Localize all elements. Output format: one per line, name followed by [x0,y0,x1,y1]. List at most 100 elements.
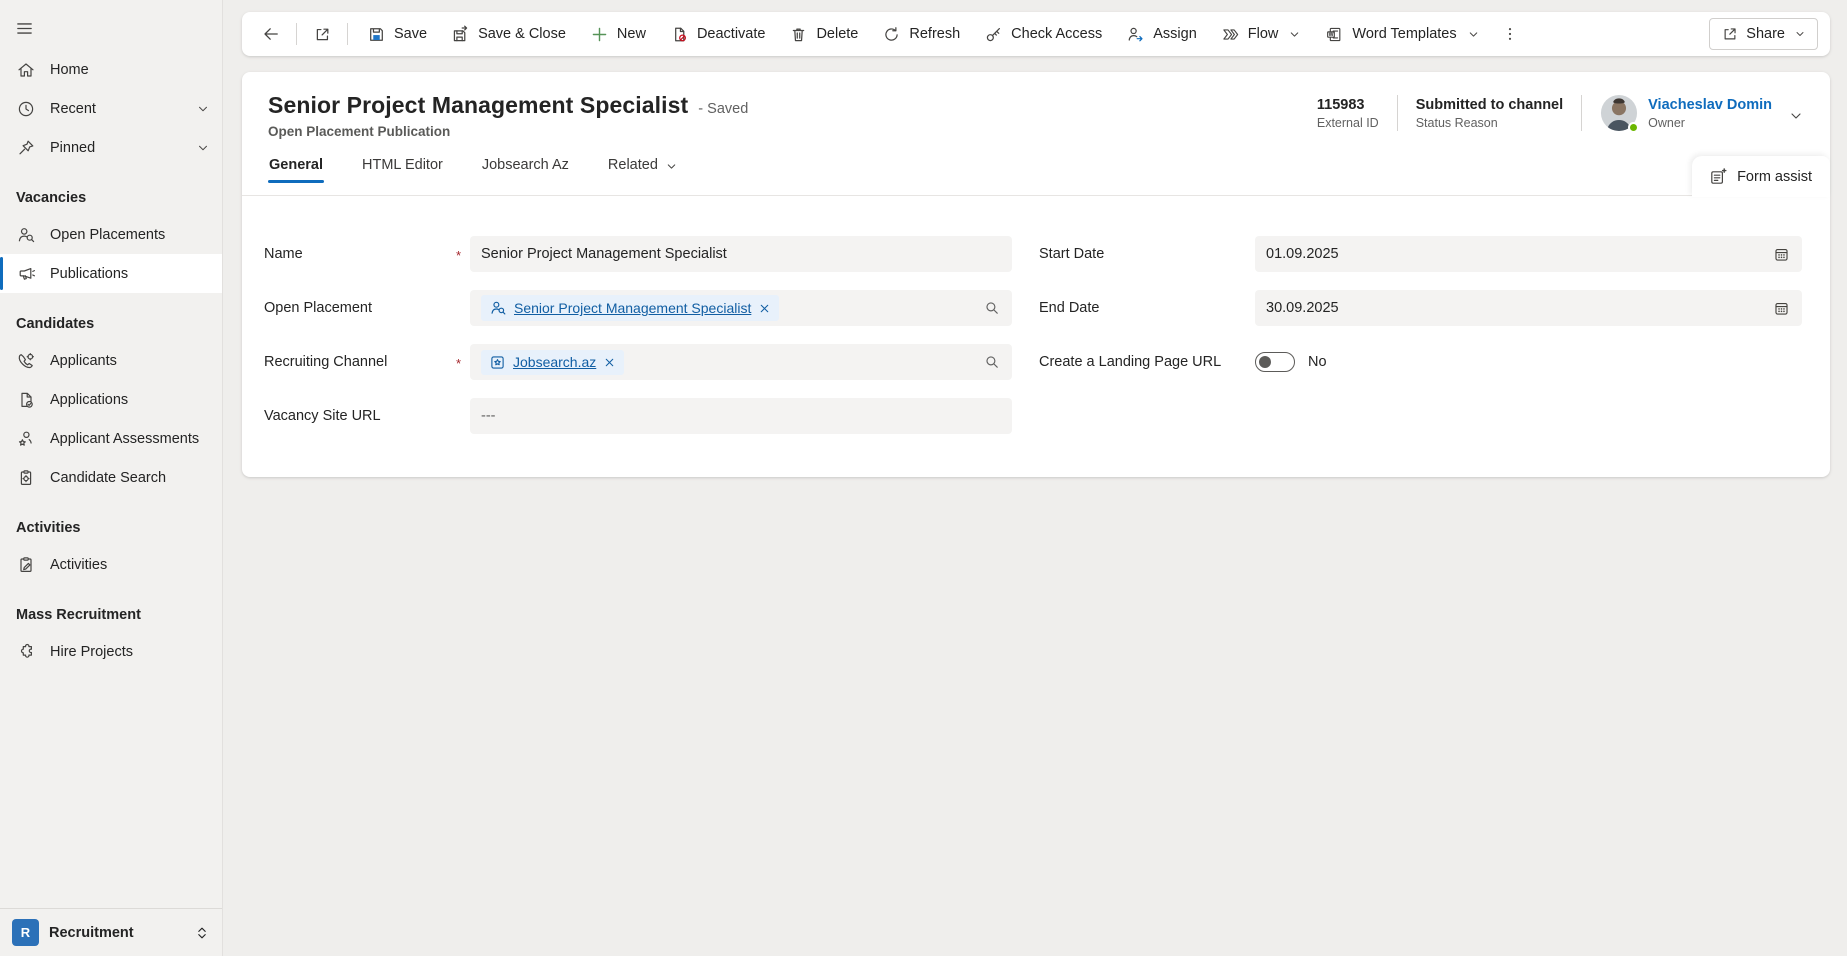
deactivate-button[interactable]: Deactivate [659,17,777,51]
toolbar-divider [296,23,297,45]
chevron-down-icon [665,160,678,173]
word-templates-button[interactable]: W Word Templates [1314,17,1490,51]
clipboard-gear-icon [16,468,36,488]
open-placement-link[interactable]: Senior Project Management Specialist [514,300,751,316]
save-and-close-button[interactable]: Save & Close [440,17,577,51]
search-icon[interactable] [983,299,1001,317]
sidebar-item-applicants[interactable]: Applicants [0,341,222,380]
environment-switcher[interactable]: R Recruitment [0,908,222,956]
open-placement-lookup[interactable]: Senior Project Management Specialist [470,290,1012,326]
home-icon [16,60,36,80]
chevron-down-icon[interactable] [196,102,210,116]
sidebar-group-activities: Activities [0,497,222,545]
remove-value-icon[interactable] [603,356,616,369]
calendar-icon[interactable] [1772,245,1791,264]
start-date-input[interactable]: 01.09.2025 [1255,236,1802,272]
field-row-landing-page: Create a Landing Page URL No [1039,344,1802,380]
remove-value-icon[interactable] [758,302,771,315]
vacancy-site-url-input[interactable]: --- [470,398,1012,434]
recruiting-channel-link[interactable]: Jobsearch.az [513,354,596,370]
assign-button[interactable]: Assign [1115,17,1208,51]
megaphone-icon [16,264,36,284]
lookup-pill[interactable]: Senior Project Management Specialist [481,295,779,321]
form-right-column: Start Date 01.09.2025 End Date 30.09.202… [1039,236,1802,452]
owner-field[interactable]: Viacheslav Domin Owner [1582,94,1778,132]
field-label: Start Date [1039,246,1255,262]
chevron-down-icon[interactable] [1794,28,1806,40]
form-assist-label: Form assist [1737,169,1812,185]
button-label: Save & Close [478,26,566,42]
header-expand-chevron-icon[interactable] [1788,108,1804,124]
sidebar-item-label: Publications [50,266,128,282]
record-header: Senior Project Management Specialist - S… [242,72,1830,139]
command-bar: Save Save & Close New Deactivate Delete [242,12,1830,56]
field-row-vacancy-url: Vacancy Site URL --- [264,398,1012,434]
sidebar-item-applications[interactable]: Applications [0,380,222,419]
delete-button[interactable]: Delete [778,17,869,51]
status-reason-label: Status Reason [1416,116,1563,130]
flow-button[interactable]: Flow [1210,17,1313,51]
chevron-down-icon[interactable] [1467,28,1480,41]
calendar-icon[interactable] [1772,299,1791,318]
toggle-knob [1259,356,1271,368]
field-row-recruiting-channel: Recruiting Channel * Jobsearch.az [264,344,1012,380]
save-status: - Saved [698,101,748,117]
search-icon[interactable] [983,353,1001,371]
status-reason-value: Submitted to channel [1416,96,1563,114]
tab-related[interactable]: Related [607,151,679,195]
clock-icon [16,99,36,119]
sidebar-item-applicant-assessments[interactable]: Applicant Assessments [0,419,222,458]
sidebar-item-home[interactable]: Home [0,50,222,89]
save-button[interactable]: Save [356,17,438,51]
sidebar-item-candidate-search[interactable]: Candidate Search [0,458,222,497]
popout-button[interactable] [305,17,339,51]
puzzle-icon [16,642,36,662]
end-date-input[interactable]: 30.09.2025 [1255,290,1802,326]
sidebar-item-hire-projects[interactable]: Hire Projects [0,632,222,671]
form-assist-button[interactable]: Form assist [1692,156,1830,197]
person-search-icon [16,225,36,245]
sidebar-item-label: Home [50,62,89,78]
sidebar-item-publications[interactable]: Publications [0,254,222,293]
start-date-value: 01.09.2025 [1266,246,1339,262]
sidebar-item-label: Hire Projects [50,644,133,660]
required-marker: * [456,245,470,263]
tab-html-editor[interactable]: HTML Editor [361,151,444,195]
lookup-pill[interactable]: Jobsearch.az [481,350,624,375]
recruiting-channel-lookup[interactable]: Jobsearch.az [470,344,1012,380]
record-title-block: Senior Project Management Specialist - S… [268,92,748,139]
sidebar-item-pinned[interactable]: Pinned [0,128,222,167]
refresh-button[interactable]: Refresh [871,17,971,51]
name-value: Senior Project Management Specialist [481,246,727,262]
assign-person-icon [1126,25,1145,44]
tab-jobsearch-az[interactable]: Jobsearch Az [481,151,570,195]
nav-toggle-button[interactable] [15,14,43,42]
new-button[interactable]: New [579,17,657,51]
landing-page-toggle[interactable] [1255,352,1295,372]
field-row-name: Name * Senior Project Management Special… [264,236,1012,272]
status-reason-field: Submitted to channel Status Reason [1398,96,1581,130]
org-label: Recruitment [49,925,134,941]
sidebar-item-open-placements[interactable]: Open Placements [0,215,222,254]
external-id-value: 115983 [1317,96,1379,114]
owner-label: Owner [1648,116,1772,130]
button-label: New [617,26,646,42]
more-commands-button[interactable] [1493,17,1527,51]
tab-general[interactable]: General [268,151,324,195]
sidebar-item-recent[interactable]: Recent [0,89,222,128]
sidebar-item-label: Activities [50,557,107,573]
share-button[interactable]: Share [1709,18,1818,50]
chevron-down-icon[interactable] [196,141,210,155]
back-button[interactable] [254,17,288,51]
name-input[interactable]: Senior Project Management Specialist [470,236,1012,272]
sidebar-item-label: Applicants [50,353,117,369]
chevron-down-icon[interactable] [1288,28,1301,41]
field-label: Recruiting Channel [264,354,456,370]
owner-name-link[interactable]: Viacheslav Domin [1648,96,1772,114]
general-tab-content: Name * Senior Project Management Special… [242,196,1830,452]
person-search-icon [489,299,507,317]
sidebar-item-activities[interactable]: Activities [0,545,222,584]
sidebar-group-mass-recruitment: Mass Recruitment [0,584,222,632]
check-access-button[interactable]: Check Access [973,17,1113,51]
app-sidebar: Home Recent Pinned Vacancies Open Placem… [0,0,223,956]
